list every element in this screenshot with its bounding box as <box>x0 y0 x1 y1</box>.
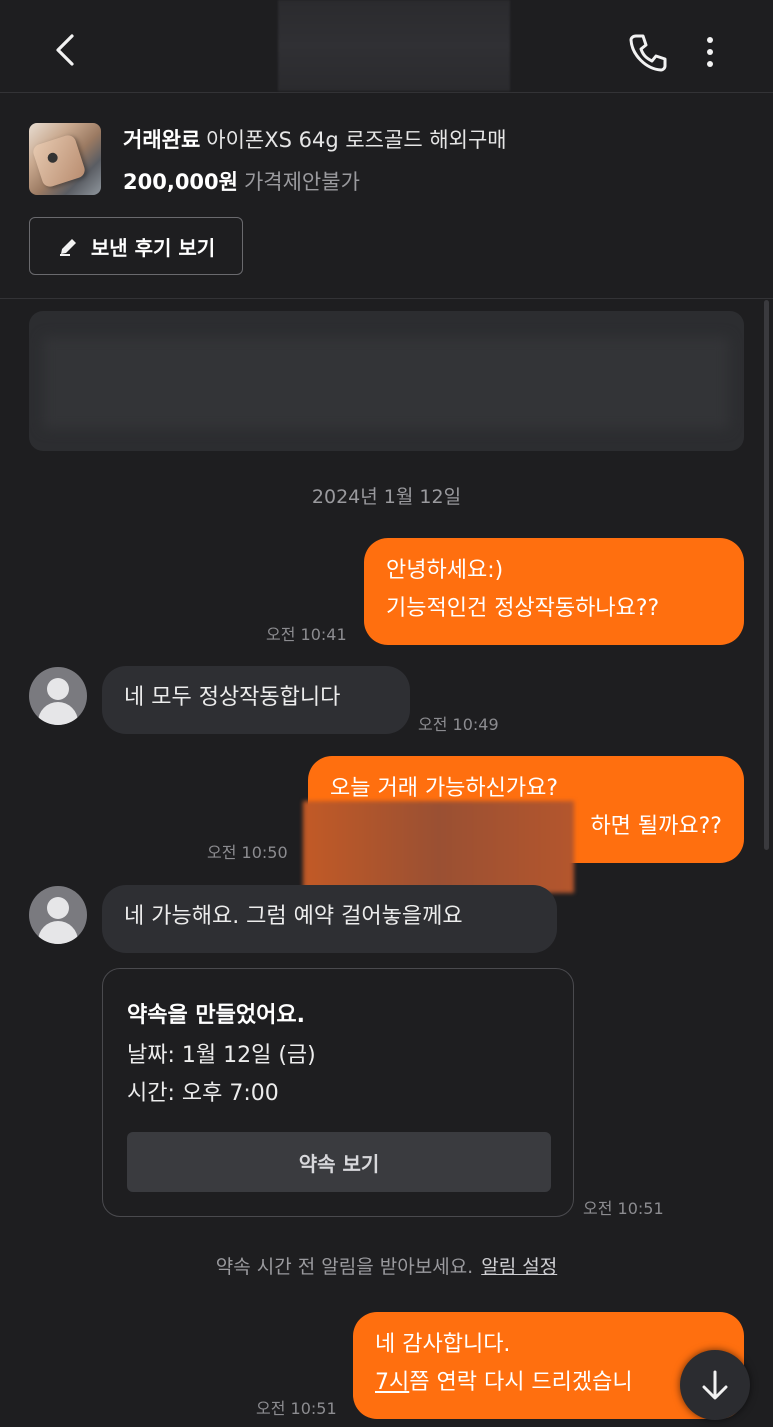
view-sent-review-button[interactable]: 보낸 후기 보기 <box>29 217 243 275</box>
back-button[interactable] <box>42 26 90 74</box>
message-text-line: 7시쯤 연락 다시 드리겠습니 <box>375 1370 633 1395</box>
message-bubble-incoming[interactable]: 네 가능해요. 그럼 예약 걸어놓을께요 <box>102 885 557 953</box>
reminder-text: 약속 시간 전 알림을 받아보세요. <box>215 1256 474 1278</box>
message-time: 오전 10:41 <box>266 625 347 644</box>
message-time: 오전 10:50 <box>207 843 288 862</box>
message-text: 네 모두 정상작동합니다 <box>124 685 341 710</box>
scrollbar[interactable] <box>764 300 769 850</box>
message-time: 오전 10:49 <box>418 715 499 734</box>
trade-status-label: 거래완료 <box>123 128 201 152</box>
product-price: 200,000원 <box>123 170 238 194</box>
message-text-line: 네 감사합니다. <box>375 1332 511 1357</box>
chevron-left-icon <box>56 34 74 66</box>
message-text-line: 안녕하세요:) <box>386 558 504 583</box>
message-bubble-incoming[interactable]: 네 모두 정상작동합니다 <box>102 666 410 734</box>
product-image <box>31 133 87 189</box>
redacted-area <box>303 801 574 893</box>
message-text-line: 기능적인건 정상작동하나요?? <box>386 596 660 621</box>
scroll-to-bottom-button[interactable] <box>680 1350 750 1420</box>
arrow-down-icon <box>702 1370 728 1400</box>
more-options-button[interactable] <box>694 30 726 74</box>
date-separator: 2024년 1월 12일 <box>311 486 462 508</box>
chat-partner-name-redacted <box>278 0 510 91</box>
message-text: 네 가능해요. 그럼 예약 걸어놓을께요 <box>124 904 463 929</box>
view-sent-review-label: 보낸 후기 보기 <box>90 235 216 260</box>
message-time: 오전 10:51 <box>256 1399 337 1418</box>
price-note: 가격제안불가 <box>243 170 360 194</box>
product-name: 아이폰XS 64g 로즈골드 해외구매 <box>206 128 507 152</box>
appointment-card: 약속을 만들었어요. 날짜: 1월 12일 (금) 시간: 오후 7:00 약속… <box>102 968 574 1217</box>
call-button[interactable] <box>624 28 672 76</box>
view-appointment-button[interactable]: 약속 보기 <box>127 1132 551 1192</box>
divider <box>0 298 773 299</box>
avatar[interactable] <box>29 667 87 725</box>
phone-icon <box>629 34 667 72</box>
product-title-line[interactable]: 거래완료 아이폰XS 64g 로즈골드 해외구매 <box>123 124 507 154</box>
more-vertical-icon <box>707 37 713 67</box>
appointment-title: 약속을 만들었어요. <box>127 1003 305 1028</box>
reminder-notice: 약속 시간 전 알림을 받아보세요. 알림 설정 <box>0 1252 773 1279</box>
product-price-line: 200,000원 가격제안불가 <box>123 166 360 196</box>
appointment-time: 시간: 오후 7:00 <box>127 1081 279 1106</box>
message-time: 오전 10:51 <box>583 1199 664 1218</box>
notification-settings-link[interactable]: 알림 설정 <box>481 1256 557 1278</box>
underlined-time-text[interactable]: 7시 <box>375 1370 409 1395</box>
pencil-icon <box>59 239 76 256</box>
appointment-date: 날짜: 1월 12일 (금) <box>127 1043 316 1068</box>
product-thumbnail[interactable] <box>29 123 101 195</box>
message-bubble-outgoing[interactable]: 안녕하세요:) 기능적인건 정상작동하나요?? <box>364 538 744 645</box>
notice-card-redacted <box>29 311 744 451</box>
avatar[interactable] <box>29 886 87 944</box>
